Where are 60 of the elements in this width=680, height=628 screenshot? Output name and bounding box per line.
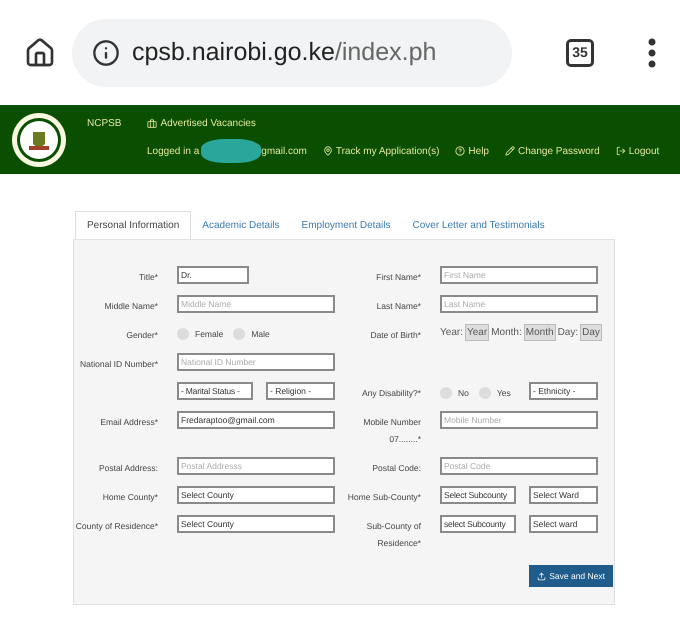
select-field[interactable]: - Marital Status - xyxy=(177,382,253,400)
radio-label: No xyxy=(458,386,469,400)
input-field[interactable]: First Name xyxy=(440,266,598,284)
select-field[interactable]: Day xyxy=(580,324,602,341)
input-field[interactable]: Postal Addresss xyxy=(177,457,335,475)
select-field[interactable]: Select ward xyxy=(529,515,598,533)
field-label: Sub-County of Residence* xyxy=(366,520,421,550)
field-label: Date of Birth* xyxy=(370,329,421,342)
select-field[interactable]: Year xyxy=(464,324,490,341)
field-label: Mobile Number 07........* xyxy=(362,416,421,446)
field-label: County of Residence* xyxy=(76,520,158,533)
address-bar[interactable]: cpsb.nairobi.go.ke/index.ph xyxy=(72,18,512,86)
tab-count[interactable]: 35 xyxy=(566,38,594,66)
field-label: Home Sub-County* xyxy=(348,491,421,504)
select-field[interactable]: Month xyxy=(524,324,556,341)
field-label: Last Name* xyxy=(376,300,421,313)
input-field[interactable]: Middle Name xyxy=(177,295,335,313)
select-field[interactable]: Select County xyxy=(177,515,335,533)
nav-link[interactable]: Help xyxy=(455,144,489,158)
input-field[interactable]: Mobile Number xyxy=(440,411,598,429)
nav-link[interactable]: Track my Application(s) xyxy=(322,144,440,158)
input-field[interactable]: Fredaraptoo@gmail.com xyxy=(177,411,335,429)
tab[interactable]: Cover Letter and Testimonials xyxy=(401,211,556,239)
nav-link[interactable]: Change Password xyxy=(504,144,600,158)
field-label: Home County* xyxy=(102,491,158,504)
logged-in-text: Logged in a xyxy=(147,144,200,158)
date-part-label: Year: xyxy=(440,326,463,340)
logged-in-text: gmail.com xyxy=(261,144,307,158)
input-field[interactable]: National ID Number xyxy=(177,353,335,371)
field-label: Gender* xyxy=(126,329,158,342)
input-field[interactable]: Last Name xyxy=(440,295,598,313)
radio-label: Yes xyxy=(496,386,511,400)
date-part-label: Day: xyxy=(558,326,578,340)
field-label: Middle Name* xyxy=(104,300,158,313)
field-label: Email Address* xyxy=(100,416,158,429)
tab[interactable]: Personal Information xyxy=(75,211,192,239)
input-field[interactable]: Dr. xyxy=(177,266,249,284)
tab[interactable]: Employment Details xyxy=(290,211,402,239)
input-field[interactable]: Postal Code xyxy=(440,457,598,475)
date-part-label: Month: xyxy=(491,326,522,340)
select-field[interactable]: Select Subcounty xyxy=(440,486,516,504)
field-label: National ID Number* xyxy=(80,358,158,371)
field-label: Title* xyxy=(138,271,158,284)
field-label: Any Disability?* xyxy=(362,387,421,400)
nav-link[interactable]: Logout xyxy=(616,144,660,158)
field-label: Postal Address: xyxy=(98,462,158,475)
save-button[interactable]: Save and Next xyxy=(529,565,613,587)
url-text: cpsb.nairobi.go.ke/index.ph xyxy=(132,36,436,68)
vacancies-link[interactable]: Advertised Vacancies xyxy=(147,116,256,131)
tab[interactable]: Academic Details xyxy=(191,211,291,239)
radio-label: Male xyxy=(251,328,270,341)
select-field[interactable]: - Religion - xyxy=(266,382,335,400)
select-field[interactable]: Select Ward xyxy=(529,486,598,504)
radio-label: Female xyxy=(195,328,224,341)
select-field[interactable]: select Subcounty xyxy=(440,515,516,533)
field-label: Postal Code: xyxy=(372,462,421,475)
select-field[interactable]: Select County xyxy=(177,486,335,504)
select-field[interactable]: - Ethnicity - xyxy=(529,382,598,400)
field-label: First Name* xyxy=(376,271,421,284)
brand-link[interactable]: NCPSB xyxy=(87,116,122,131)
